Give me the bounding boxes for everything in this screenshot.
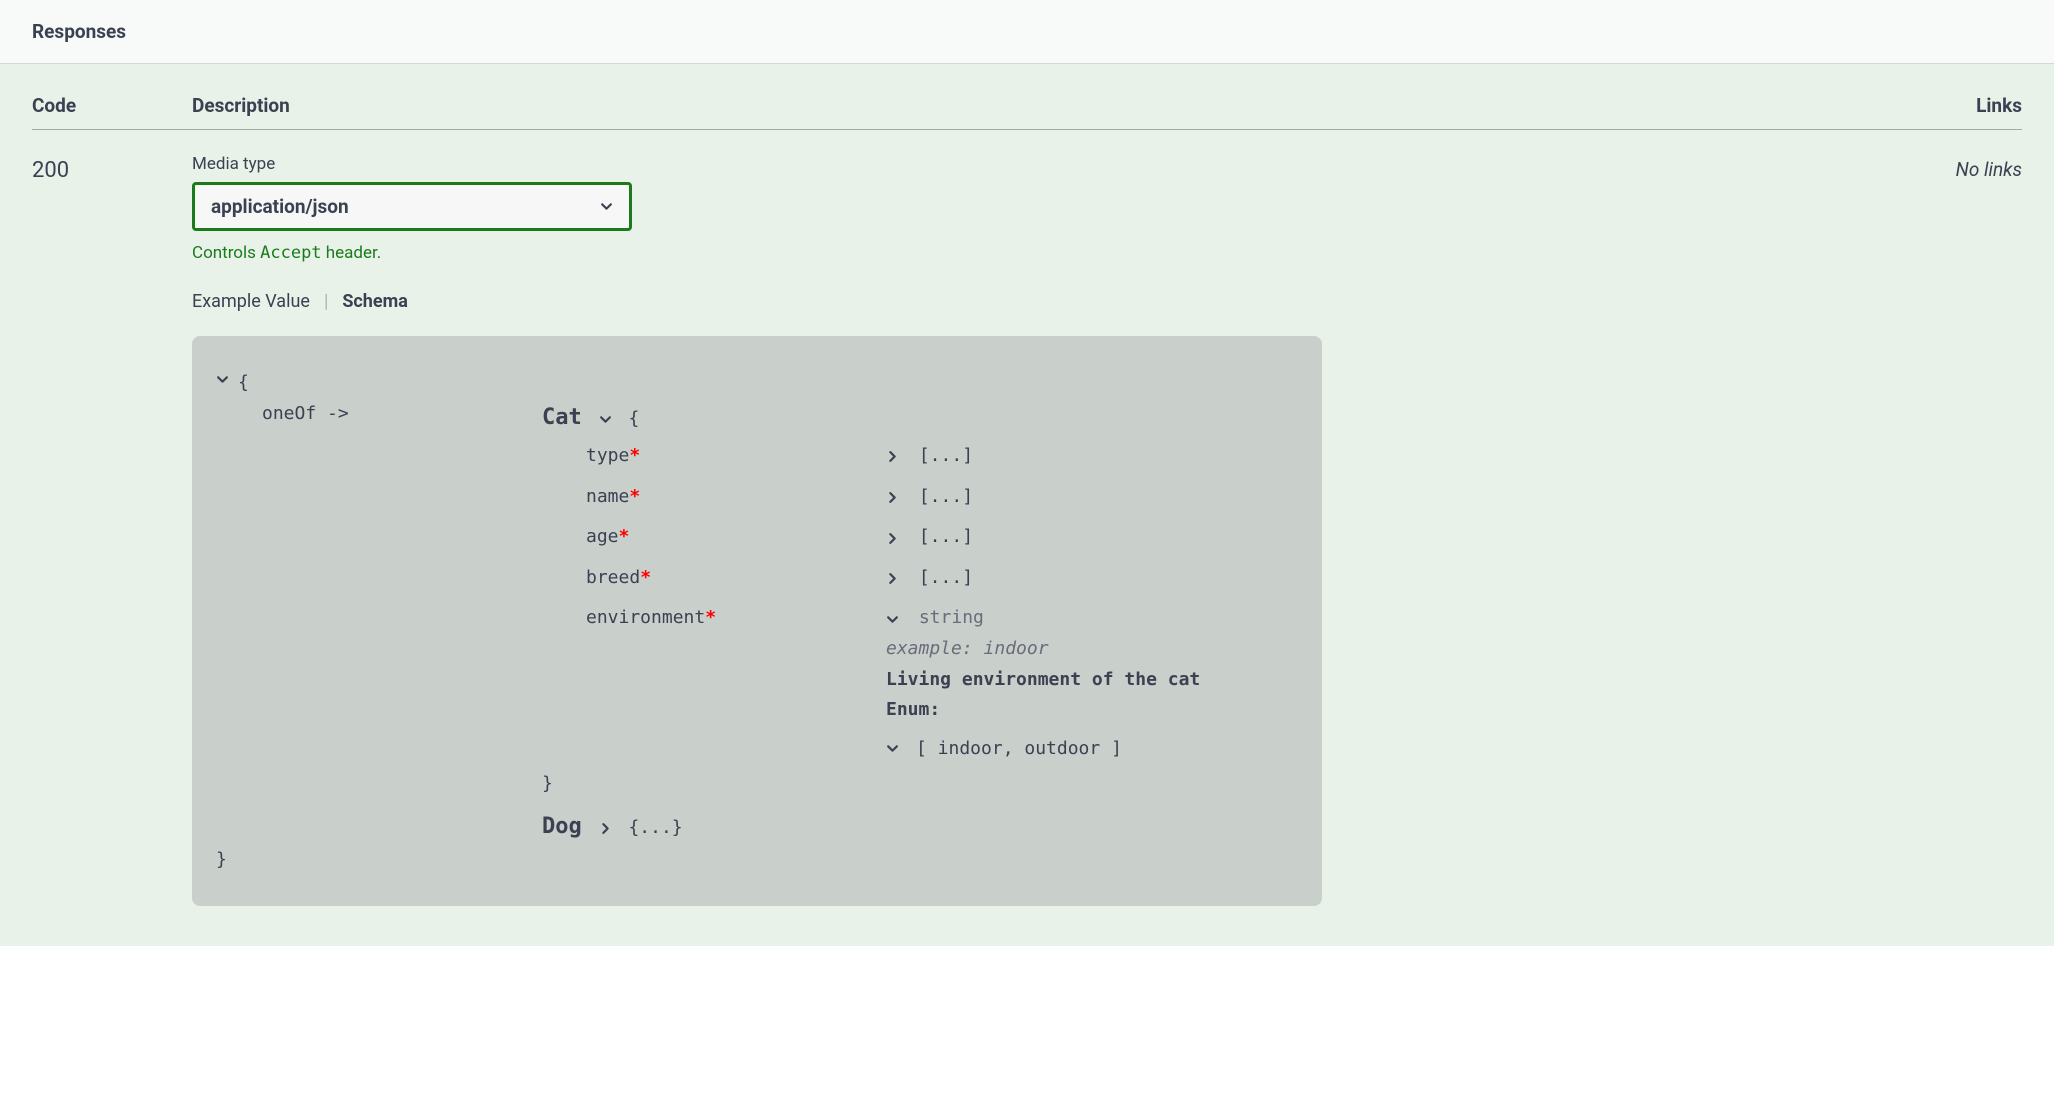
response-code: 200 — [32, 154, 192, 906]
environment-example: example: indoor — [886, 634, 1298, 665]
responses-title: Responses — [32, 20, 2022, 43]
tab-schema[interactable]: Schema — [342, 291, 408, 312]
media-type-select[interactable]: application/json — [192, 182, 632, 231]
cat-properties: type* name* age* breed* environment* — [542, 436, 1298, 769]
prop-name: name* — [586, 477, 886, 518]
oneof-label: oneOf -> — [262, 403, 349, 424]
schema-cat-name[interactable]: Cat — [542, 405, 582, 430]
prop-environment: environment* — [586, 598, 886, 639]
environment-value-expanded: string example: indoor Living environmen… — [886, 598, 1298, 769]
media-type-value: application/json — [211, 195, 349, 218]
column-links: Links — [1902, 94, 2022, 117]
prop-breed: breed* — [586, 558, 886, 599]
accept-header-hint: Controls Accept header. — [192, 243, 1902, 263]
caret-down-icon[interactable] — [593, 409, 618, 433]
cat-close-brace: } — [542, 769, 1298, 800]
schema-box: { oneOf -> Cat { — [192, 336, 1322, 906]
caret-down-icon[interactable] — [886, 608, 908, 632]
caret-down-icon — [886, 737, 908, 761]
schema-root-open: { — [216, 368, 1298, 399]
response-links: No links — [1902, 154, 2022, 906]
schema-cat: Cat { type* name* age* — [542, 399, 1298, 800]
caret-right-icon — [886, 487, 908, 511]
type-value-collapsed[interactable]: [...] — [886, 436, 1298, 477]
oneof-section: oneOf -> Cat { — [216, 399, 1298, 846]
table-header: Code Description Links — [32, 94, 2022, 130]
open-brace: { — [238, 368, 249, 399]
environment-enum-label: Enum: — [886, 695, 1298, 726]
caret-right-icon — [886, 527, 908, 551]
response-row-200: 200 Media type application/json Controls… — [32, 154, 2022, 906]
tab-divider: | — [324, 291, 328, 312]
responses-header: Responses — [0, 0, 2054, 64]
caret-right-icon[interactable] — [593, 818, 618, 842]
root-close-brace: } — [216, 845, 1298, 876]
value-schema-tabs: Example Value | Schema — [192, 291, 1902, 312]
media-type-label: Media type — [192, 154, 1902, 174]
environment-type: string — [919, 607, 984, 628]
schema-dog: Dog {...} — [542, 808, 1298, 845]
caret-right-icon — [886, 568, 908, 592]
name-value-collapsed[interactable]: [...] — [886, 477, 1298, 518]
dog-collapsed: {...} — [628, 817, 682, 838]
column-description: Description — [192, 94, 1902, 117]
tab-example-value[interactable]: Example Value — [192, 291, 310, 312]
schema-dog-name[interactable]: Dog — [542, 814, 582, 839]
chevron-down-icon — [600, 199, 613, 215]
prop-type: type* — [586, 436, 886, 477]
caret-down-icon[interactable] — [216, 368, 238, 392]
breed-value-collapsed[interactable]: [...] — [886, 558, 1298, 599]
response-description-area: Media type application/json Controls Acc… — [192, 154, 1902, 906]
caret-right-icon — [886, 446, 908, 470]
environment-description: Living environment of the cat — [886, 665, 1298, 696]
responses-content: Code Description Links 200 Media type ap… — [0, 64, 2054, 946]
column-code: Code — [32, 94, 192, 117]
environment-enum-values[interactable]: [ indoor, outdoor ] — [886, 726, 1298, 765]
age-value-collapsed[interactable]: [...] — [886, 517, 1298, 558]
prop-age: age* — [586, 517, 886, 558]
